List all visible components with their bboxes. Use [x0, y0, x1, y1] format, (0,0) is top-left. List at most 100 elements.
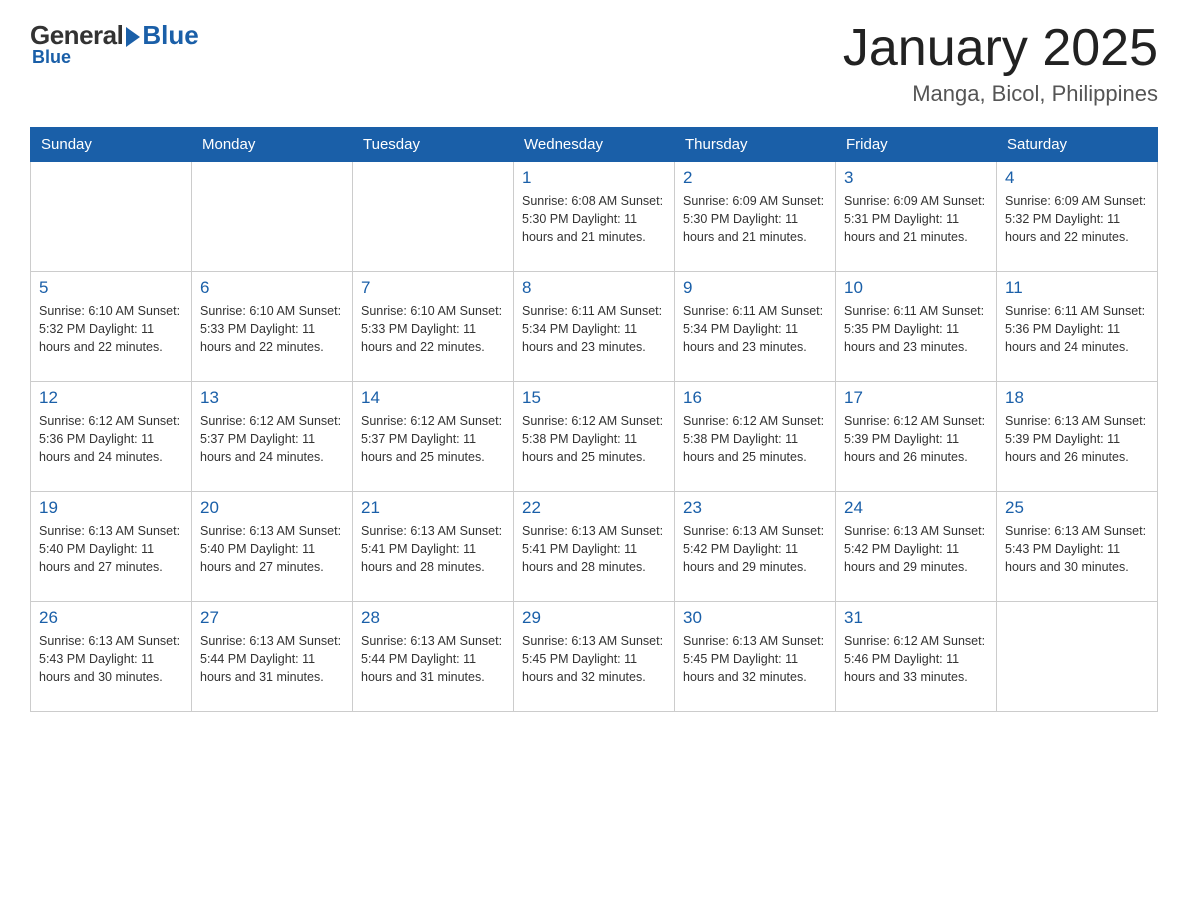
- calendar-subtitle: Manga, Bicol, Philippines: [843, 81, 1158, 107]
- day-info: Sunrise: 6:11 AM Sunset: 5:34 PM Dayligh…: [522, 302, 666, 356]
- calendar-cell: 11 Sunrise: 6:11 AM Sunset: 5:36 PM Dayli…: [997, 272, 1158, 382]
- day-number: 11: [1005, 278, 1149, 298]
- column-header-sunday: Sunday: [31, 128, 192, 162]
- calendar-header-row: SundayMondayTuesdayWednesdayThursdayFrid…: [31, 128, 1158, 162]
- calendar-cell: 18Sunrise: 6:13 AM Sunset: 5:39 PM Dayli…: [997, 382, 1158, 492]
- calendar-cell: 12 Sunrise: 6:12 AM Sunset: 5:36 PM Dayli…: [31, 382, 192, 492]
- day-number: 4: [1005, 168, 1149, 188]
- day-number: 16: [683, 388, 827, 408]
- calendar-cell: 16 Sunrise: 6:12 AM Sunset: 5:38 PM Dayli…: [675, 382, 836, 492]
- logo-triangle-icon: [126, 27, 140, 47]
- day-info: Sunrise: 6:09 AM Sunset: 5:30 PM Dayligh…: [683, 192, 827, 246]
- calendar-cell: 8Sunrise: 6:11 AM Sunset: 5:34 PM Daylig…: [514, 272, 675, 382]
- day-number: 3: [844, 168, 988, 188]
- calendar-cell: 3Sunrise: 6:09 AM Sunset: 5:31 PM Daylig…: [836, 162, 997, 272]
- day-info: Sunrise: 6:13 AM Sunset: 5:44 PM Dayligh…: [200, 632, 344, 686]
- day-number: 10: [844, 278, 988, 298]
- week-row-4: 19 Sunrise: 6:13 AM Sunset: 5:40 PM Dayli…: [31, 492, 1158, 602]
- day-info: Sunrise: 6:12 AM Sunset: 5:39 PM Dayligh…: [844, 412, 988, 466]
- calendar-cell: 24 Sunrise: 6:13 AM Sunset: 5:42 PM Dayli…: [836, 492, 997, 602]
- day-number: 23: [683, 498, 827, 518]
- calendar-cell: [192, 162, 353, 272]
- title-block: January 2025 Manga, Bicol, Philippines: [843, 20, 1158, 107]
- day-info: Sunrise: 6:13 AM Sunset: 5:40 PM Dayligh…: [200, 522, 344, 576]
- calendar-cell: 2 Sunrise: 6:09 AM Sunset: 5:30 PM Daylig…: [675, 162, 836, 272]
- day-info: Sunrise: 6:12 AM Sunset: 5:37 PM Dayligh…: [361, 412, 505, 466]
- week-row-1: 1 Sunrise: 6:08 AM Sunset: 5:30 PM Daylig…: [31, 162, 1158, 272]
- logo-blue-text: Blue: [142, 20, 198, 51]
- day-info: Sunrise: 6:10 AM Sunset: 5:33 PM Dayligh…: [361, 302, 505, 356]
- calendar-cell: 22Sunrise: 6:13 AM Sunset: 5:41 PM Dayli…: [514, 492, 675, 602]
- calendar-cell: 29 Sunrise: 6:13 AM Sunset: 5:45 PM Dayli…: [514, 602, 675, 712]
- day-info: Sunrise: 6:08 AM Sunset: 5:30 PM Dayligh…: [522, 192, 666, 246]
- day-number: 17: [844, 388, 988, 408]
- day-info: Sunrise: 6:12 AM Sunset: 5:38 PM Dayligh…: [522, 412, 666, 466]
- day-info: Sunrise: 6:10 AM Sunset: 5:33 PM Dayligh…: [200, 302, 344, 356]
- calendar-cell: 7 Sunrise: 6:10 AM Sunset: 5:33 PM Daylig…: [353, 272, 514, 382]
- day-number: 18: [1005, 388, 1149, 408]
- calendar-cell: 28Sunrise: 6:13 AM Sunset: 5:44 PM Dayli…: [353, 602, 514, 712]
- day-info: Sunrise: 6:11 AM Sunset: 5:35 PM Dayligh…: [844, 302, 988, 356]
- day-info: Sunrise: 6:11 AM Sunset: 5:36 PM Dayligh…: [1005, 302, 1149, 356]
- day-number: 15: [522, 388, 666, 408]
- column-header-friday: Friday: [836, 128, 997, 162]
- day-info: Sunrise: 6:13 AM Sunset: 5:43 PM Dayligh…: [39, 632, 183, 686]
- column-header-tuesday: Tuesday: [353, 128, 514, 162]
- day-info: Sunrise: 6:13 AM Sunset: 5:43 PM Dayligh…: [1005, 522, 1149, 576]
- column-header-monday: Monday: [192, 128, 353, 162]
- day-number: 29: [522, 608, 666, 628]
- day-number: 13: [200, 388, 344, 408]
- day-info: Sunrise: 6:13 AM Sunset: 5:42 PM Dayligh…: [844, 522, 988, 576]
- day-number: 31: [844, 608, 988, 628]
- calendar-cell: 9 Sunrise: 6:11 AM Sunset: 5:34 PM Daylig…: [675, 272, 836, 382]
- day-number: 1: [522, 168, 666, 188]
- day-number: 12: [39, 388, 183, 408]
- week-row-3: 12 Sunrise: 6:12 AM Sunset: 5:36 PM Dayli…: [31, 382, 1158, 492]
- calendar-cell: 1 Sunrise: 6:08 AM Sunset: 5:30 PM Daylig…: [514, 162, 675, 272]
- calendar-cell: 10 Sunrise: 6:11 AM Sunset: 5:35 PM Dayli…: [836, 272, 997, 382]
- day-number: 27: [200, 608, 344, 628]
- day-info: Sunrise: 6:13 AM Sunset: 5:41 PM Dayligh…: [361, 522, 505, 576]
- page-header: General Blue Blue January 2025 Manga, Bi…: [30, 20, 1158, 107]
- calendar-cell: 31Sunrise: 6:12 AM Sunset: 5:46 PM Dayli…: [836, 602, 997, 712]
- day-number: 2: [683, 168, 827, 188]
- day-info: Sunrise: 6:09 AM Sunset: 5:32 PM Dayligh…: [1005, 192, 1149, 246]
- calendar-cell: 5 Sunrise: 6:10 AM Sunset: 5:32 PM Daylig…: [31, 272, 192, 382]
- day-number: 19: [39, 498, 183, 518]
- calendar-cell: 27 Sunrise: 6:13 AM Sunset: 5:44 PM Dayli…: [192, 602, 353, 712]
- day-info: Sunrise: 6:13 AM Sunset: 5:44 PM Dayligh…: [361, 632, 505, 686]
- day-number: 14: [361, 388, 505, 408]
- day-number: 5: [39, 278, 183, 298]
- day-info: Sunrise: 6:12 AM Sunset: 5:38 PM Dayligh…: [683, 412, 827, 466]
- day-info: Sunrise: 6:10 AM Sunset: 5:32 PM Dayligh…: [39, 302, 183, 356]
- day-info: Sunrise: 6:13 AM Sunset: 5:45 PM Dayligh…: [522, 632, 666, 686]
- calendar-cell: [997, 602, 1158, 712]
- calendar-cell: 25Sunrise: 6:13 AM Sunset: 5:43 PM Dayli…: [997, 492, 1158, 602]
- calendar-cell: 6 Sunrise: 6:10 AM Sunset: 5:33 PM Daylig…: [192, 272, 353, 382]
- calendar-cell: 15 Sunrise: 6:12 AM Sunset: 5:38 PM Dayli…: [514, 382, 675, 492]
- calendar-title: January 2025: [843, 20, 1158, 77]
- day-number: 26: [39, 608, 183, 628]
- calendar-cell: [31, 162, 192, 272]
- calendar-cell: 26 Sunrise: 6:13 AM Sunset: 5:43 PM Dayli…: [31, 602, 192, 712]
- day-info: Sunrise: 6:12 AM Sunset: 5:37 PM Dayligh…: [200, 412, 344, 466]
- day-info: Sunrise: 6:13 AM Sunset: 5:40 PM Dayligh…: [39, 522, 183, 576]
- calendar-cell: 21Sunrise: 6:13 AM Sunset: 5:41 PM Dayli…: [353, 492, 514, 602]
- day-number: 22: [522, 498, 666, 518]
- calendar-cell: 23Sunrise: 6:13 AM Sunset: 5:42 PM Dayli…: [675, 492, 836, 602]
- day-number: 6: [200, 278, 344, 298]
- day-number: 24: [844, 498, 988, 518]
- day-info: Sunrise: 6:11 AM Sunset: 5:34 PM Dayligh…: [683, 302, 827, 356]
- calendar-cell: 30Sunrise: 6:13 AM Sunset: 5:45 PM Dayli…: [675, 602, 836, 712]
- day-info: Sunrise: 6:12 AM Sunset: 5:36 PM Dayligh…: [39, 412, 183, 466]
- day-number: 7: [361, 278, 505, 298]
- column-header-wednesday: Wednesday: [514, 128, 675, 162]
- calendar-table: SundayMondayTuesdayWednesdayThursdayFrid…: [30, 127, 1158, 712]
- logo-subtitle: Blue: [32, 47, 71, 68]
- calendar-cell: [353, 162, 514, 272]
- calendar-cell: 17 Sunrise: 6:12 AM Sunset: 5:39 PM Dayli…: [836, 382, 997, 492]
- calendar-cell: 13 Sunrise: 6:12 AM Sunset: 5:37 PM Dayli…: [192, 382, 353, 492]
- day-number: 9: [683, 278, 827, 298]
- week-row-5: 26 Sunrise: 6:13 AM Sunset: 5:43 PM Dayli…: [31, 602, 1158, 712]
- calendar-cell: 19 Sunrise: 6:13 AM Sunset: 5:40 PM Dayli…: [31, 492, 192, 602]
